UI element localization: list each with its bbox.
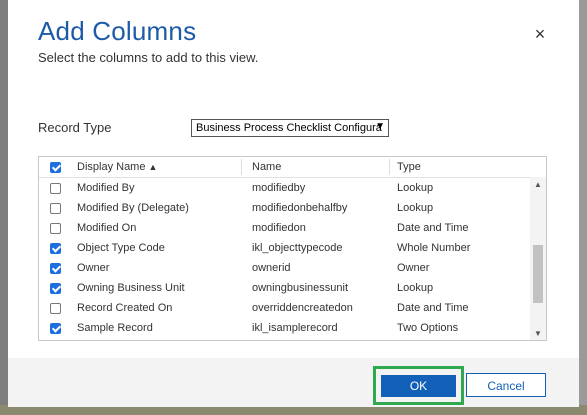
row-checkbox[interactable] — [50, 203, 61, 214]
row-name: ownerid — [252, 262, 291, 274]
row-display-name: Modified On — [77, 222, 137, 234]
scroll-down-icon[interactable]: ▼ — [530, 328, 546, 340]
sort-ascending-icon: ▲ — [148, 162, 158, 172]
row-name: owningbusinessunit — [252, 282, 349, 294]
row-checkbox[interactable] — [50, 183, 61, 194]
row-display-name: Modified By (Delegate) — [77, 202, 189, 214]
grid-header: Display Name ▲ Name Type — [39, 157, 530, 178]
table-row[interactable]: Modified By (Delegate) modifiedonbehalfby… — [39, 199, 530, 219]
scrollbar-thumb[interactable] — [533, 245, 543, 303]
ok-button[interactable]: OK — [381, 375, 456, 397]
row-type: Whole Number — [397, 242, 471, 254]
row-type: Lookup — [397, 202, 434, 214]
row-type: Lookup — [397, 282, 434, 294]
column-divider — [389, 159, 390, 175]
header-name[interactable]: Name — [252, 161, 281, 173]
row-name: ikl_isamplerecord — [252, 322, 338, 334]
row-type: Date and Time — [397, 302, 469, 314]
close-icon[interactable]: × — [530, 24, 550, 44]
dialog-title: Add Columns — [38, 16, 197, 46]
dialog-subtitle: Select the columns to add to this view. — [38, 50, 259, 65]
row-name: modifiedby — [252, 182, 306, 194]
row-display-name: Object Type Code — [77, 242, 165, 254]
table-row[interactable]: Record Created On overriddencreatedon Date… — [39, 299, 530, 319]
row-display-name: Modified By — [77, 182, 135, 194]
row-name: modifiedon — [252, 222, 306, 234]
background-page-left — [0, 0, 8, 415]
row-name: overriddencreatedon — [252, 302, 353, 314]
table-row[interactable]: Sample Record ikl_isamplerecord Two Option… — [39, 319, 530, 339]
add-columns-dialog: Add Columns Select the columns to add to… — [8, 0, 579, 407]
row-name: modifiedonbehalfby — [252, 202, 348, 214]
row-type: Date and Time — [397, 222, 469, 234]
ok-button-highlight: OK — [373, 366, 464, 405]
chevron-down-icon: ▼ — [375, 121, 385, 132]
columns-grid: Display Name ▲ Name Type Modified By modi… — [38, 156, 547, 341]
table-row[interactable]: Owner ownerid Owner — [39, 259, 530, 279]
header-type[interactable]: Type — [397, 161, 421, 173]
header-display-name[interactable]: Display Name ▲ — [77, 161, 157, 173]
cancel-button[interactable]: Cancel — [466, 373, 546, 397]
row-checkbox[interactable] — [50, 303, 61, 314]
background-page-right — [579, 0, 587, 415]
record-type-selected-value: Business Process Checklist Configura — [196, 122, 382, 134]
dialog-footer: OK Cancel — [8, 358, 579, 407]
scroll-up-icon[interactable]: ▲ — [530, 179, 546, 191]
row-checkbox[interactable] — [50, 263, 61, 274]
row-checkbox[interactable] — [50, 243, 61, 254]
row-display-name: Sample Record — [77, 322, 153, 334]
row-type: Owner — [397, 262, 430, 274]
row-type: Lookup — [397, 182, 434, 194]
table-row[interactable]: Modified On modifiedon Date and Time — [39, 219, 530, 239]
row-display-name: Owner — [77, 262, 110, 274]
record-type-select[interactable]: Business Process Checklist Configura ▼ — [191, 119, 389, 137]
grid-scrollbar[interactable]: ▲ ▼ — [530, 177, 546, 340]
row-checkbox[interactable] — [50, 223, 61, 234]
row-name: ikl_objecttypecode — [252, 242, 343, 254]
table-row[interactable]: Owning Business Unit owningbusinessunit Lo… — [39, 279, 530, 299]
row-checkbox[interactable] — [50, 323, 61, 334]
record-type-label: Record Type — [38, 120, 112, 135]
row-display-name: Owning Business Unit — [77, 282, 185, 294]
table-row[interactable]: Object Type Code ikl_objecttypecode Whole … — [39, 239, 530, 259]
select-all-checkbox[interactable] — [50, 162, 61, 173]
row-checkbox[interactable] — [50, 283, 61, 294]
column-divider — [241, 159, 242, 175]
row-type: Two Options — [397, 322, 459, 334]
row-display-name: Record Created On — [77, 302, 173, 314]
table-row[interactable]: Modified By modifiedby Lookup — [39, 179, 530, 199]
